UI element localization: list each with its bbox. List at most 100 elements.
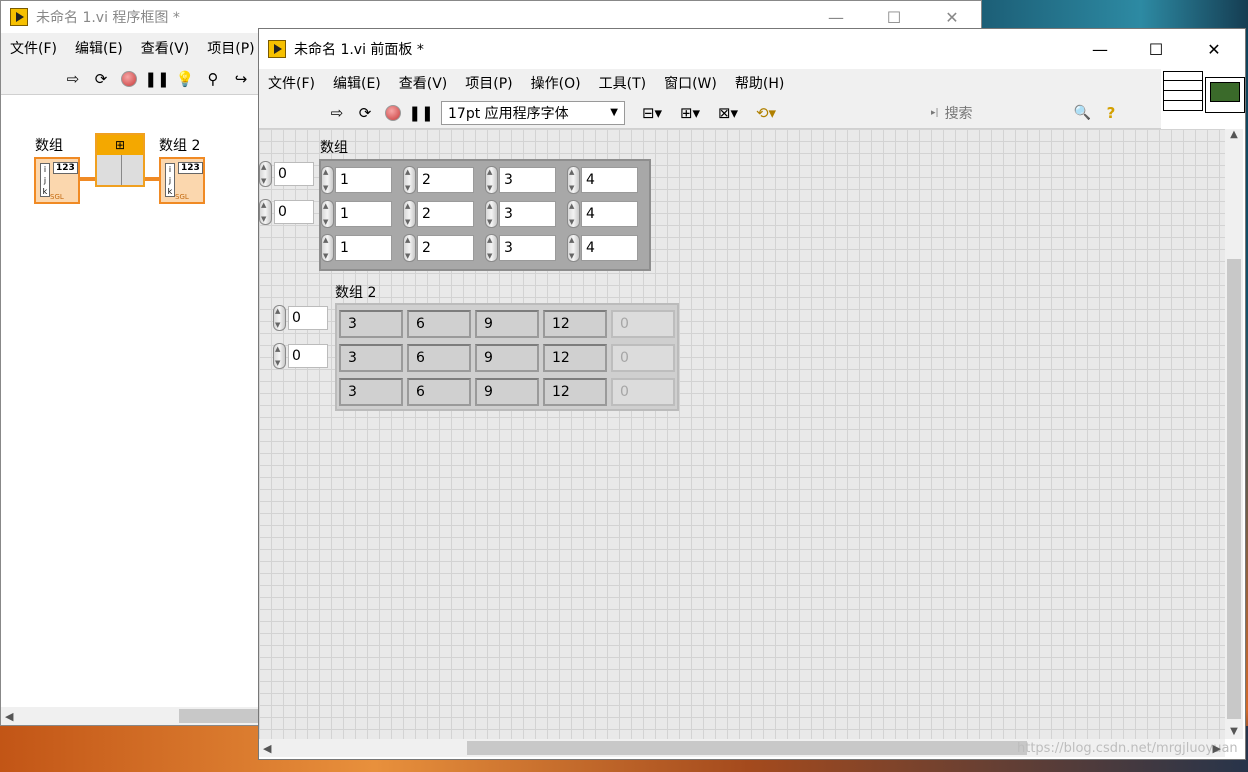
panel-abort-icon[interactable] (379, 100, 407, 126)
diagram-hscroll-thumb[interactable] (179, 709, 259, 723)
array1-element-value[interactable]: 1 (335, 167, 392, 193)
element-spin-icon[interactable] (567, 234, 580, 262)
array1-element-value[interactable]: 2 (417, 167, 474, 193)
array2-index-0[interactable]: 0 (288, 306, 328, 330)
panel-vscrollbar[interactable]: ▲ ▼ (1225, 129, 1243, 739)
array1-element[interactable]: 3 (485, 166, 556, 194)
retain-wire-icon[interactable]: ⚲ (199, 66, 227, 92)
panel-run-continuously-icon[interactable]: ⟳ (351, 100, 379, 126)
element-spin-icon[interactable] (567, 200, 580, 228)
array-input-terminal[interactable]: ijk 123 SGL (34, 157, 80, 204)
panel-menu-view[interactable]: 查看(V) (390, 73, 457, 93)
panel-menu-edit[interactable]: 编辑(E) (324, 73, 390, 93)
element-spin-icon[interactable] (485, 200, 498, 228)
run-arrow-icon[interactable]: ⇨ (59, 66, 87, 92)
search-icon[interactable]: 🔍 (1074, 105, 1091, 121)
array1-element-value[interactable]: 4 (581, 167, 638, 193)
connector-pane-icon[interactable] (1163, 71, 1203, 111)
front-panel-canvas[interactable]: 数组 0 0 123412341234 数组 2 0 0 36912036912… (259, 129, 1225, 739)
panel-maximize-icon[interactable]: ☐ (1133, 33, 1179, 65)
array1-element[interactable]: 3 (485, 234, 556, 262)
array1-element-value[interactable]: 2 (417, 235, 474, 261)
panel-minimize-icon[interactable]: — (1077, 33, 1123, 65)
element-spin-icon[interactable] (403, 166, 416, 194)
array1-element[interactable]: 2 (403, 200, 474, 228)
index-spin-icon[interactable] (259, 161, 272, 187)
array1-element[interactable]: 4 (567, 200, 638, 228)
array1-index-0[interactable]: 0 (274, 162, 314, 186)
help-icon[interactable]: ? (1097, 100, 1125, 126)
step-into-icon[interactable]: ↪ (227, 66, 255, 92)
scroll-left-icon[interactable]: ◀ (1, 710, 13, 723)
panel-menu-window[interactable]: 窗口(W) (655, 73, 726, 93)
panel-vscroll-thumb[interactable] (1227, 259, 1241, 719)
array1-element-value[interactable]: 4 (581, 235, 638, 261)
front-panel-window[interactable]: 未命名 1.vi 前面板 * — ☐ ✕ 文件(F) 编辑(E) 查看(V) 项… (258, 28, 1246, 760)
add-array-function-node[interactable]: ⊞ (95, 133, 145, 187)
array1-element[interactable]: 1 (321, 166, 392, 194)
run-continuously-icon[interactable]: ⟳ (87, 66, 115, 92)
panel-menu-help[interactable]: 帮助(H) (726, 73, 793, 93)
distribute-objects-icon[interactable]: ⊞▾ (671, 100, 709, 126)
panel-hscrollbar[interactable]: ◀ https://blog.csdn.net/mrgjluoyuan ▶ (259, 739, 1238, 757)
element-spin-icon[interactable] (485, 166, 498, 194)
array1-element-value[interactable]: 3 (499, 235, 556, 261)
array1-index-1[interactable]: 0 (274, 200, 314, 224)
array2-index-col[interactable]: 0 (273, 343, 328, 369)
element-spin-icon[interactable] (321, 166, 334, 194)
element-spin-icon[interactable] (485, 234, 498, 262)
align-objects-icon[interactable]: ⊟▾ (633, 100, 671, 126)
abort-icon[interactable] (115, 66, 143, 92)
element-spin-icon[interactable] (403, 200, 416, 228)
font-selector[interactable]: 17pt 应用程序字体 ▼ (441, 100, 625, 125)
array1-element-value[interactable]: 4 (581, 201, 638, 227)
array1-element[interactable]: 2 (403, 234, 474, 262)
panel-menu-tools[interactable]: 工具(T) (590, 73, 655, 93)
vi-icon[interactable] (1205, 77, 1245, 113)
array1-element[interactable]: 3 (485, 200, 556, 228)
array1-element[interactable]: 4 (567, 234, 638, 262)
array1-element[interactable]: 1 (321, 200, 392, 228)
diagram-menu-file[interactable]: 文件(F) (1, 38, 66, 58)
array1-element-value[interactable]: 3 (499, 167, 556, 193)
scroll-down-icon[interactable]: ▼ (1225, 726, 1243, 737)
element-spin-icon[interactable] (403, 234, 416, 262)
array1-element[interactable]: 1 (321, 234, 392, 262)
panel-scroll-left-icon[interactable]: ◀ (259, 742, 271, 755)
index-spin-icon[interactable] (273, 343, 286, 369)
index-spin-icon[interactable] (273, 305, 286, 331)
array1-element-value[interactable]: 2 (417, 201, 474, 227)
array1-element-value[interactable]: 1 (335, 235, 392, 261)
element-spin-icon[interactable] (321, 200, 334, 228)
array1-element-value[interactable]: 3 (499, 201, 556, 227)
array1-element-value[interactable]: 1 (335, 201, 392, 227)
panel-run-arrow-icon[interactable]: ⇨ (323, 100, 351, 126)
panel-menu-project[interactable]: 项目(P) (456, 73, 521, 93)
highlight-bulb-icon[interactable]: 💡 (171, 66, 199, 92)
array1-index-col[interactable]: 0 (259, 199, 314, 225)
diagram-menu-project[interactable]: 项目(P) (198, 38, 263, 58)
array1-element[interactable]: 2 (403, 166, 474, 194)
reorder-icon[interactable]: ⟲▾ (747, 100, 785, 126)
panel-scroll-right-icon[interactable]: ▶ (1213, 742, 1221, 755)
diagram-menu-edit[interactable]: 编辑(E) (66, 38, 132, 58)
array1-index-row[interactable]: 0 (259, 161, 314, 187)
panel-menu-operate[interactable]: 操作(O) (522, 73, 590, 93)
array1-element[interactable]: 4 (567, 166, 638, 194)
panel-pause-icon[interactable]: ❚❚ (407, 100, 435, 126)
array2-index-1[interactable]: 0 (288, 344, 328, 368)
index-spin-icon[interactable] (259, 199, 272, 225)
diagram-menu-view[interactable]: 查看(V) (132, 38, 199, 58)
scroll-up-icon[interactable]: ▲ (1225, 129, 1243, 140)
array2-index-row[interactable]: 0 (273, 305, 328, 331)
resize-objects-icon[interactable]: ⊠▾ (709, 100, 747, 126)
panel-hscroll-thumb[interactable] (467, 741, 1027, 755)
panel-close-icon[interactable]: ✕ (1191, 33, 1237, 65)
pause-icon[interactable]: ❚❚ (143, 66, 171, 92)
diagram-hscrollbar[interactable]: ◀ (1, 707, 259, 725)
array-output-terminal[interactable]: ijk 123 SGL (159, 157, 205, 204)
search-bar[interactable]: ▸| 搜索 🔍 (931, 101, 1091, 125)
element-spin-icon[interactable] (321, 234, 334, 262)
panel-menu-file[interactable]: 文件(F) (259, 73, 324, 93)
element-spin-icon[interactable] (567, 166, 580, 194)
